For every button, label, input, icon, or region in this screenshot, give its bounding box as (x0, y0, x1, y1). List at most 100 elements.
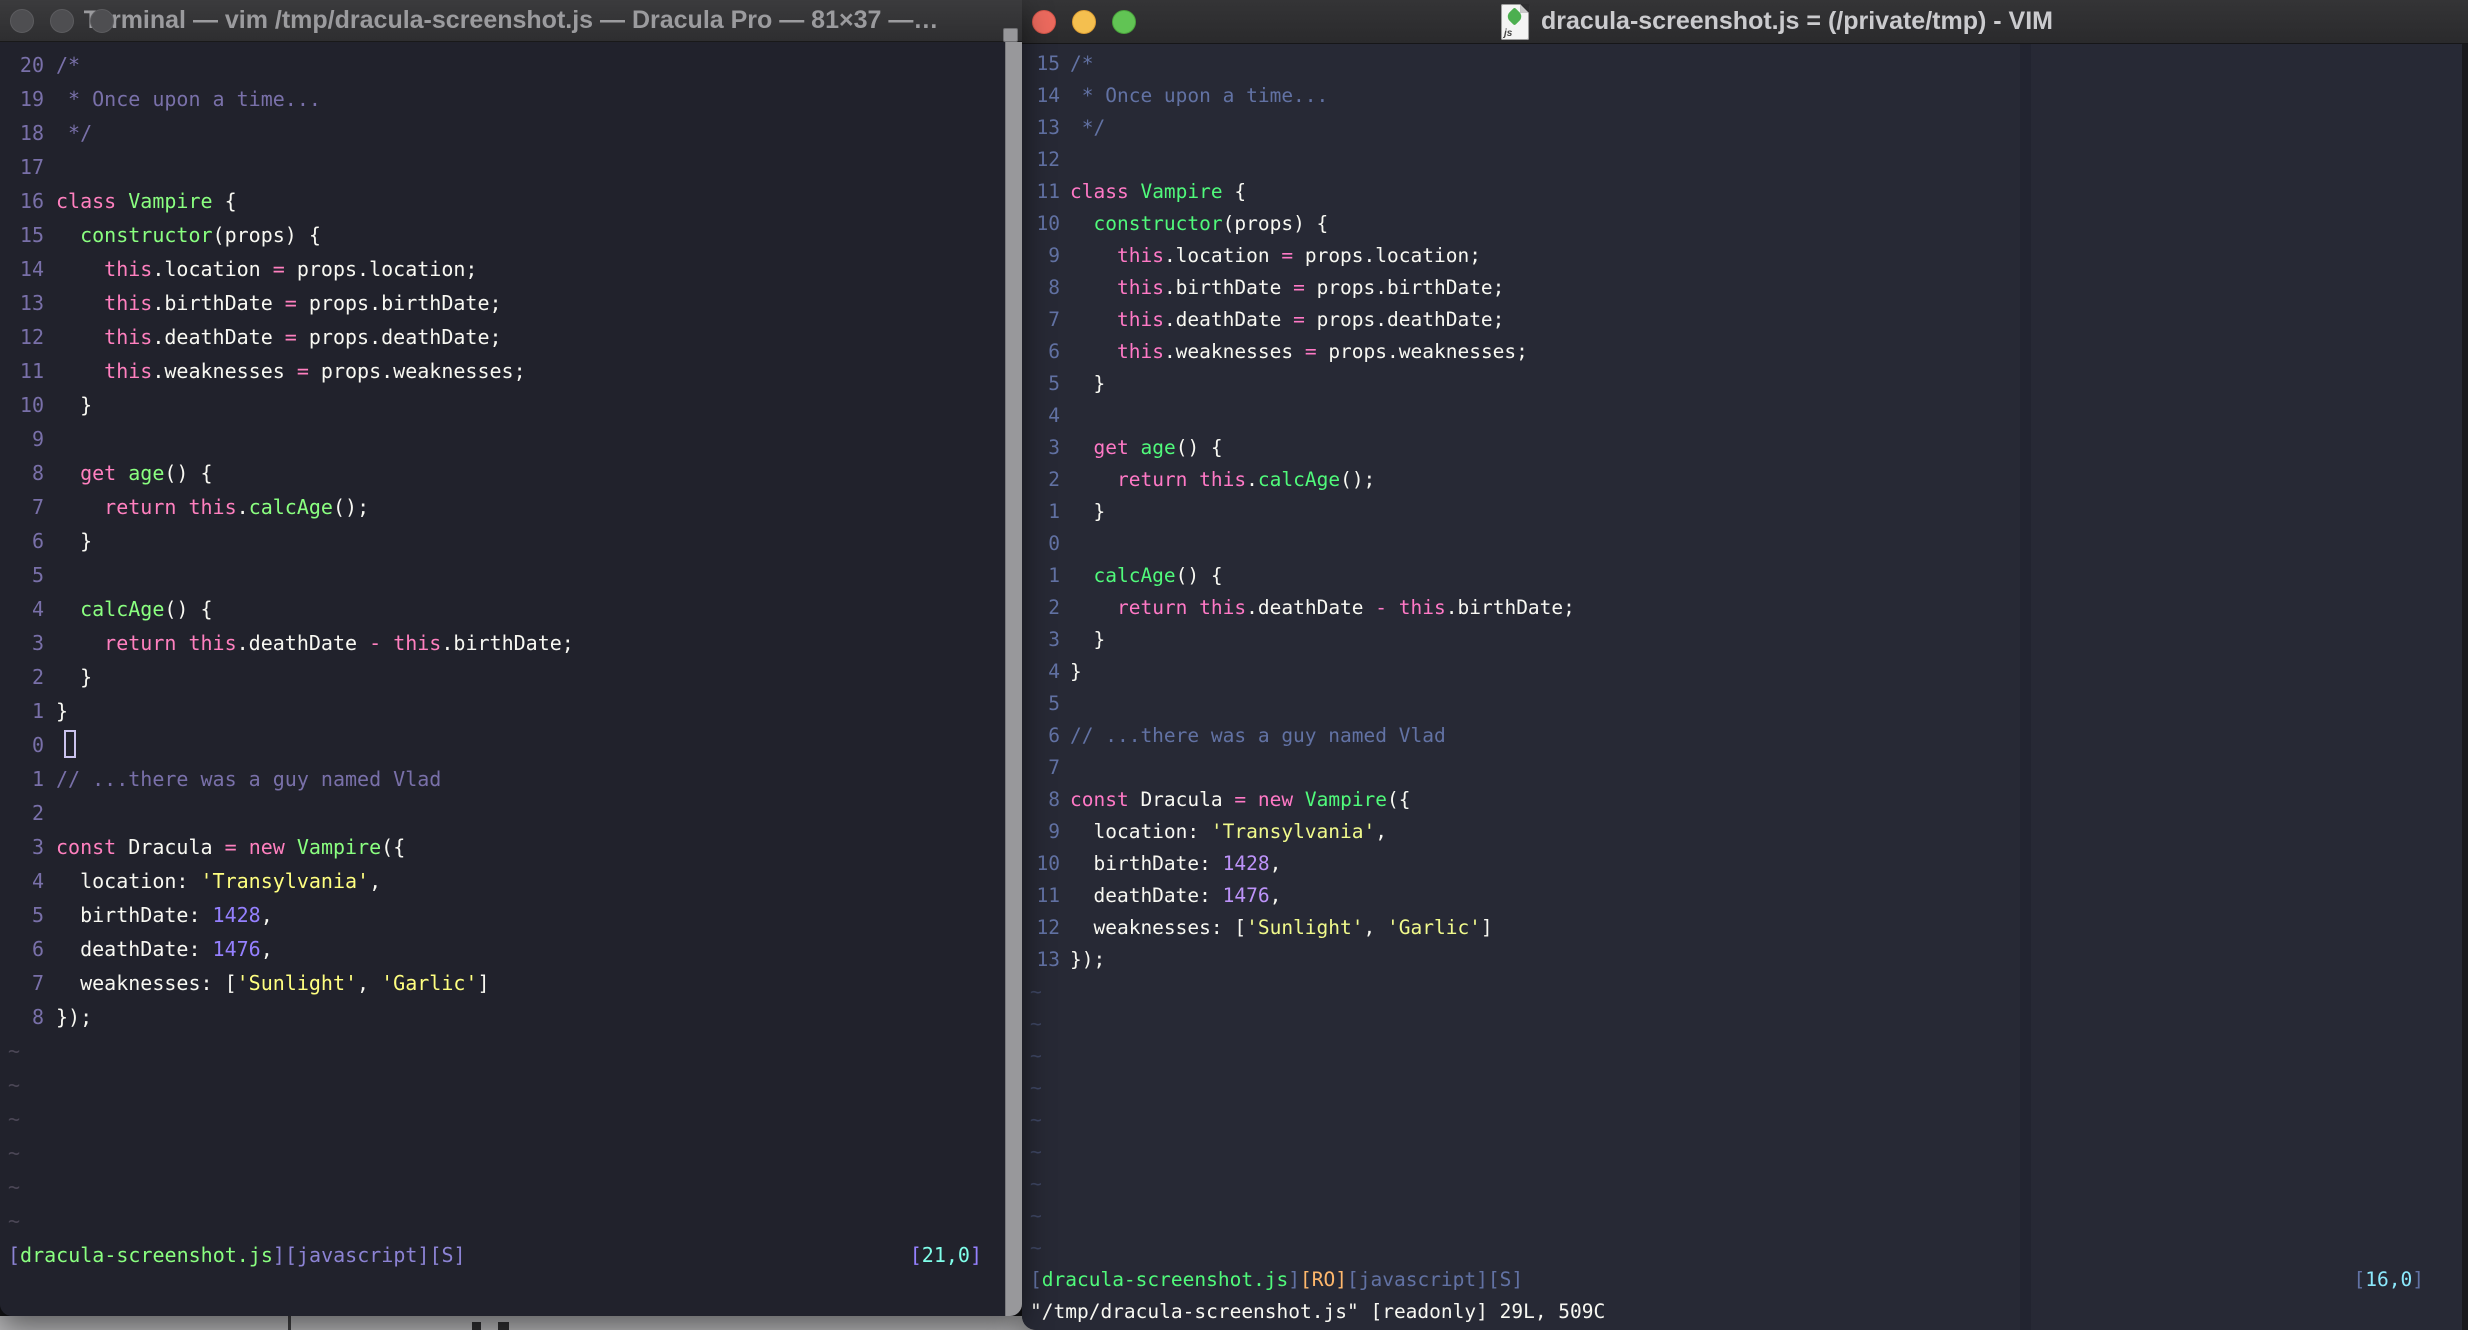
token: calcAge (248, 495, 333, 519)
line-number: 11 (19, 359, 44, 383)
token: .deathDate (152, 325, 285, 349)
code-line[interactable]: 20 /* (8, 48, 1006, 82)
code-line[interactable]: 18 */ (8, 116, 1006, 150)
code-line[interactable]: 1 } (1030, 496, 2450, 528)
token: location: (56, 869, 201, 893)
code-line[interactable]: 12 (1030, 144, 2450, 176)
code-line[interactable]: 8}); (8, 1000, 1006, 1034)
line-text: calcAge() { (1070, 560, 1222, 592)
line-text: * Once upon a time... (1070, 80, 1329, 112)
zoom-button[interactable] (90, 8, 114, 33)
code-line[interactable]: 6 deathDate: 1476, (8, 932, 1006, 966)
code-line[interactable]: 8 this.birthDate = props.birthDate; (1030, 272, 2450, 304)
code-line[interactable]: 12 this.deathDate = props.deathDate; (8, 320, 1006, 354)
code-line[interactable]: 15 /* (1030, 48, 2450, 80)
code-line[interactable]: 7 (1030, 752, 2450, 784)
terminal-titlebar[interactable]: Terminal — vim /tmp/dracula-screenshot.j… (0, 0, 1022, 42)
code-line[interactable]: 0 (1030, 528, 2450, 560)
code-line[interactable]: 3 const Dracula = new Vampire({ (8, 830, 1006, 864)
token: props.location; (284, 257, 478, 281)
code-line[interactable]: 3 return this.deathDate - this.birthDate… (8, 626, 1006, 660)
code-line[interactable]: 12 weaknesses: ['Sunlight', 'Garlic'] (1030, 912, 2450, 944)
line-number: 5 (31, 563, 44, 587)
line-text: constructor(props) { (1070, 208, 1328, 240)
token: const (56, 835, 117, 859)
code-line[interactable]: 11 deathDate: 1476, (1030, 880, 2450, 912)
line-text: return this.calcAge(); (56, 490, 369, 524)
code-line[interactable]: 5 (8, 558, 1006, 592)
code-line[interactable]: 11 class Vampire { (1030, 176, 2450, 208)
minimize-button[interactable] (1072, 9, 1096, 34)
code-line[interactable]: 3 } (1030, 624, 2450, 656)
code-line[interactable]: 6 this.weaknesses = props.weaknesses; (1030, 336, 2450, 368)
token: location: (1070, 820, 1211, 843)
line-number: 15 (1036, 52, 1060, 75)
code-line[interactable]: 7 this.deathDate = props.deathDate; (1030, 304, 2450, 336)
code-line[interactable]: 5 (1030, 688, 2450, 720)
code-line[interactable]: 11 this.weaknesses = props.weaknesses; (8, 354, 1006, 388)
code-line[interactable]: 14 this.location = props.location; (8, 252, 1006, 286)
code-line[interactable]: 9 location: 'Transylvania', (1030, 816, 2450, 848)
code-line[interactable]: 9 this.location = props.location; (1030, 240, 2450, 272)
code-line[interactable]: 13 */ (1030, 112, 2450, 144)
code-line[interactable]: 8 const Dracula = new Vampire({ (1030, 784, 2450, 816)
code-line[interactable]: 15 constructor(props) { (8, 218, 1006, 252)
code-line[interactable]: 4} (1030, 656, 2450, 688)
tilde-marker: ~ (1030, 980, 1042, 1003)
macvim-titlebar[interactable]: js dracula-screenshot.js = (/private/tmp… (1022, 0, 2468, 44)
token: = (284, 325, 297, 349)
code-line[interactable]: 14 * Once upon a time... (1030, 80, 2450, 112)
code-line[interactable]: 9 (8, 422, 1006, 456)
close-button[interactable] (1032, 9, 1056, 34)
code-line[interactable]: 6 // ...there was a guy named Vlad (1030, 720, 2450, 752)
code-line[interactable]: 5 } (1030, 368, 2450, 400)
code-line[interactable]: 0 (8, 728, 1006, 762)
minimize-button[interactable] (50, 8, 74, 33)
code-line[interactable]: 17 (8, 150, 1006, 184)
token: const (1070, 788, 1129, 811)
code-line[interactable]: 5 birthDate: 1428, (8, 898, 1006, 932)
code-line[interactable]: 2 (8, 796, 1006, 830)
line-number: 16 (19, 189, 44, 213)
code-line[interactable]: 1} (8, 694, 1006, 728)
tilde-marker: ~ (1030, 1012, 1042, 1035)
code-line[interactable]: 13 this.birthDate = props.birthDate; (8, 286, 1006, 320)
token: this (104, 359, 153, 383)
desktop-background (0, 1316, 1040, 1330)
code-line[interactable]: 4 (1030, 400, 2450, 432)
token: (props) { (212, 223, 321, 247)
code-line[interactable]: 10 constructor(props) { (1030, 208, 2450, 240)
code-line[interactable]: 10 birthDate: 1428, (1030, 848, 2450, 880)
code-line[interactable]: 13}); (1030, 944, 2450, 976)
code-line[interactable]: 19 * Once upon a time... (8, 82, 1006, 116)
token: calcAge (80, 597, 165, 621)
zoom-button[interactable] (1112, 9, 1136, 34)
code-line[interactable]: 1 calcAge() { (1030, 560, 2450, 592)
line-text: // ...there was a guy named Vlad (56, 762, 441, 796)
token: this (1199, 468, 1247, 491)
line-number: 1 (31, 767, 44, 791)
code-line[interactable]: 7 weaknesses: ['Sunlight', 'Garlic'] (8, 966, 1006, 1000)
token: props.weaknesses; (308, 359, 526, 383)
token: // ...there was a guy named Vlad (56, 767, 442, 791)
code-line[interactable]: 3 get age() { (1030, 432, 2450, 464)
code-line[interactable]: 4 location: 'Transylvania', (8, 864, 1006, 898)
code-line[interactable]: 2 return this.deathDate - this.birthDate… (1030, 592, 2450, 624)
code-line[interactable]: 10 } (8, 388, 1006, 422)
code-line[interactable]: 6 } (8, 524, 1006, 558)
code-line[interactable]: 4 calcAge() { (8, 592, 1006, 626)
code-line[interactable]: 7 return this.calcAge(); (8, 490, 1006, 524)
token: } (56, 665, 93, 689)
code-line[interactable]: 2 return this.calcAge(); (1030, 464, 2450, 496)
code-line[interactable]: 1 // ...there was a guy named Vlad (8, 762, 1006, 796)
code-line[interactable]: 16 class Vampire { (8, 184, 1006, 218)
line-number: 8 (1048, 276, 1060, 299)
token: , (1375, 820, 1388, 843)
terminal-scrollbar[interactable] (1005, 42, 1022, 1316)
code-line[interactable]: 8 get age() { (8, 456, 1006, 490)
token: } (1070, 372, 1106, 395)
code-line[interactable]: 2 } (8, 660, 1006, 694)
close-button[interactable] (10, 8, 34, 33)
